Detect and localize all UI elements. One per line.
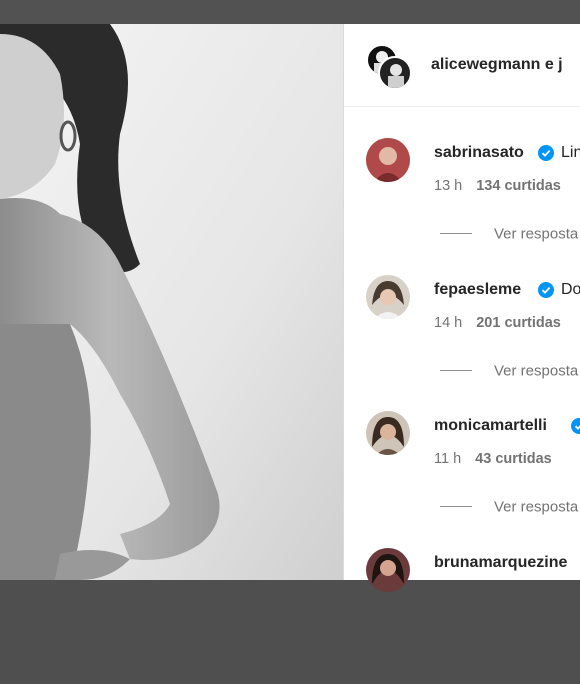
comment-item: monicamartelli 11 h 43 curtidas Ver respo… <box>344 411 580 547</box>
comment-username[interactable]: monicamartelli <box>434 417 547 435</box>
post-author-username[interactable]: alicewegmann e j <box>431 56 563 74</box>
comment-meta: 14 h 201 curtidas <box>434 315 561 331</box>
comment-username[interactable]: sabrinasato <box>434 144 524 162</box>
avatar[interactable] <box>366 138 410 182</box>
comments-panel: alicewegmann e j sabrinasato Lin 13 h 134… <box>343 24 580 592</box>
view-replies-label: Ver resposta <box>494 362 579 380</box>
replies-divider <box>440 233 472 235</box>
comment-likes[interactable]: 134 curtidas <box>476 178 561 194</box>
verified-badge-icon <box>538 145 554 161</box>
view-replies-button[interactable]: Ver resposta <box>440 225 578 243</box>
comment-item: fepaesleme Do 14 h 201 curtidas Ver respo… <box>344 275 580 411</box>
post-header: alicewegmann e j <box>344 24 580 107</box>
comment-likes[interactable]: 43 curtidas <box>475 451 552 467</box>
comment-text: Do <box>561 281 580 298</box>
comment-username[interactable]: fepaesleme <box>434 281 521 299</box>
comment-likes[interactable]: 201 curtidas <box>476 315 561 331</box>
comment-meta: 13 h 134 curtidas <box>434 178 561 194</box>
avatar[interactable] <box>366 548 410 592</box>
avatar[interactable] <box>366 275 410 319</box>
view-replies-label: Ver resposta <box>494 498 579 516</box>
comment-item: sabrinasato Lin 13 h 134 curtidas Ver res… <box>344 138 580 274</box>
comment-text: Lin <box>561 144 580 161</box>
verified-badge-icon <box>571 418 580 434</box>
view-replies-button[interactable]: Ver resposta <box>440 498 578 516</box>
collab-avatars[interactable] <box>366 44 414 92</box>
comment-item: brunamarquezine <box>344 548 580 684</box>
replies-divider <box>440 370 472 372</box>
replies-divider <box>440 506 472 508</box>
avatar[interactable] <box>366 411 410 455</box>
comment-time[interactable]: 13 h <box>434 178 462 194</box>
verified-badge-icon <box>538 282 554 298</box>
post-image[interactable] <box>0 24 343 580</box>
comment-time[interactable]: 11 h <box>434 451 461 467</box>
view-replies-button[interactable]: Ver resposta <box>440 362 578 380</box>
browser-top-bar <box>0 0 580 24</box>
comment-meta: 11 h 43 curtidas <box>434 451 552 467</box>
comment-time[interactable]: 14 h <box>434 315 462 331</box>
view-replies-label: Ver resposta <box>494 225 579 243</box>
comment-username[interactable]: brunamarquezine <box>434 554 567 572</box>
avatar <box>378 56 412 90</box>
